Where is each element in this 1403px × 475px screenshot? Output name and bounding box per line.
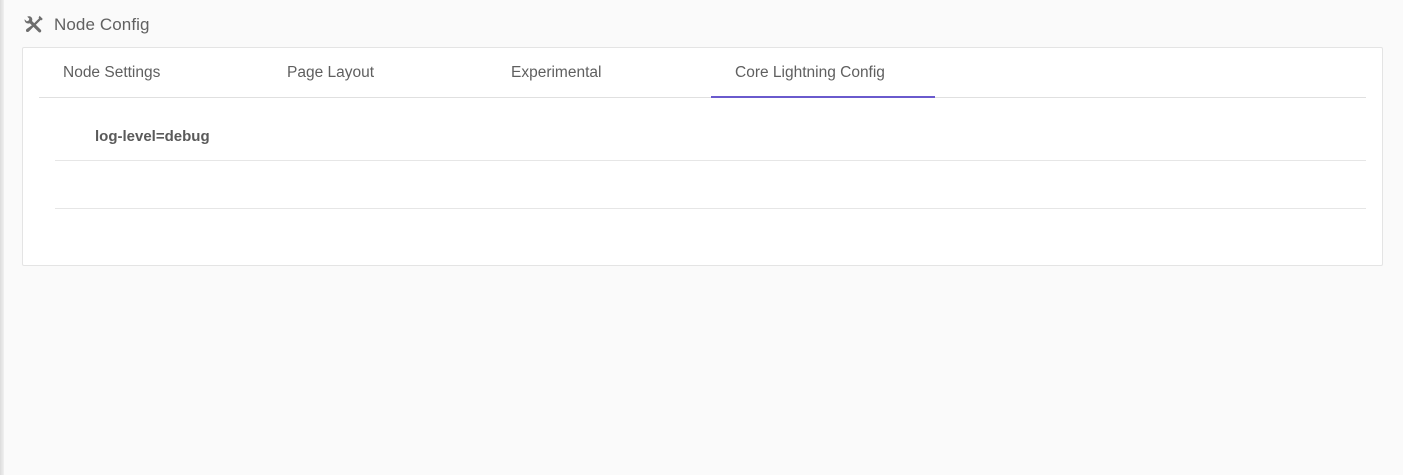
page-header: Node Config xyxy=(24,13,150,37)
config-list: log-level=debug xyxy=(55,97,1366,209)
tab-bar: Node Settings Page Layout Experimental C… xyxy=(39,48,1366,98)
tab-experimental[interactable]: Experimental xyxy=(487,48,711,97)
sidebar-edge xyxy=(0,0,4,475)
config-card: Node Settings Page Layout Experimental C… xyxy=(22,47,1383,266)
config-line-text: log-level=debug xyxy=(95,128,210,145)
list-item xyxy=(55,161,1366,209)
tab-core-lightning-config[interactable]: Core Lightning Config xyxy=(711,48,935,98)
list-item: log-level=debug xyxy=(55,97,1366,161)
tools-icon xyxy=(24,15,44,35)
page: Node Config Node Settings Page Layout Ex… xyxy=(0,0,1403,475)
tab-node-settings[interactable]: Node Settings xyxy=(39,48,263,97)
tab-page-layout[interactable]: Page Layout xyxy=(263,48,487,97)
page-title: Node Config xyxy=(54,15,150,34)
